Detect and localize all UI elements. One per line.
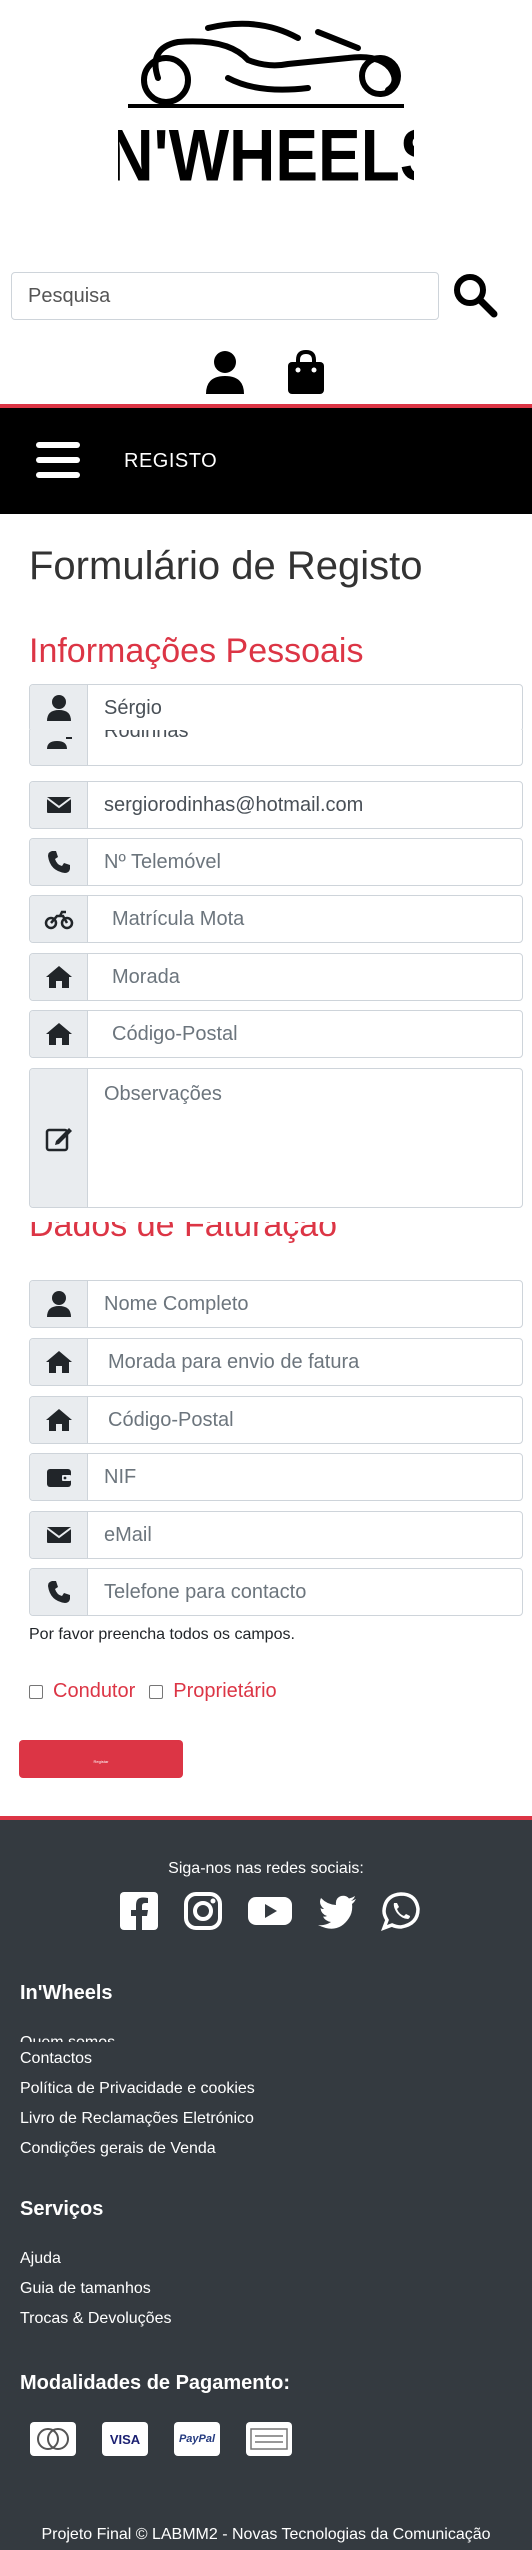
search-box[interactable] [11,272,439,320]
footer-payment-title: Modalidades de Pagamento: [20,2372,291,2394]
footer-link-help[interactable]: Ajuda [20,2250,61,2268]
user-icon[interactable] [204,350,246,394]
user-icon [30,685,88,731]
footer-link-terms[interactable]: Condições gerais de Venda [20,2140,216,2158]
footer-link-sizes[interactable]: Guia de tamanhos [20,2280,151,2298]
home-icon [30,1011,88,1057]
address-field[interactable]: Morada [29,953,523,1001]
driver-label[interactable]: Condutor [53,1680,135,1703]
brand-logo[interactable]: IN'WHEELS [118,8,414,194]
footer-link-returns[interactable]: Trocas & Devoluções [20,2310,171,2328]
home-icon [30,1397,88,1443]
wallet-icon [30,1454,88,1500]
footer-services-title: Serviços [20,2198,104,2220]
home-icon [30,1339,88,1385]
page-title: Formulário de Registo [29,544,423,588]
user-plus-icon [30,730,88,765]
envelope-icon [30,1512,88,1558]
instagram-icon[interactable] [182,1890,224,1932]
postal-code-field[interactable]: Código-Postal [29,1010,523,1058]
footer-link-contacts[interactable]: Contactos [20,2050,92,2068]
social-links [118,1890,422,1932]
shopping-bag-icon[interactable] [286,350,326,394]
phone-field[interactable]: Nº Telemóvel [29,838,523,886]
first-name-field[interactable]: Sérgio [29,684,523,732]
footer-link-about[interactable]: Quem somos [20,2034,115,2042]
section-title-personal: Informações Pessoais [29,632,364,670]
owner-checkbox[interactable] [149,1684,164,1699]
billing-address-field[interactable]: Morada para envio de fatura [29,1338,523,1386]
paypal-icon: PayPal [174,2422,220,2456]
nav-label: REGISTO [124,450,218,472]
phone-icon [30,839,88,885]
edit-icon [30,1069,88,1207]
last-name-field[interactable]: Rodinhas [29,730,523,766]
plate-field[interactable]: Matrícula Mota [29,895,523,943]
form-hint: Por favor preencha todos os campos. [29,1626,295,1643]
footer-link-complaints[interactable]: Livro de Reclamações Eletrónico [20,2110,254,2128]
follow-text: Siga-nos nas redes sociais: [168,1860,364,1877]
billing-postal-code-field[interactable]: Código-Postal [29,1396,523,1444]
email-field[interactable]: sergiorodinhas@hotmail.com [29,781,523,829]
section-title-billing: Dados de Faturação [29,1222,338,1244]
role-options: Condutor Proprietário [29,1680,291,1703]
whatsapp-icon[interactable] [380,1890,422,1932]
phone-icon [30,1569,88,1615]
facebook-icon[interactable] [118,1890,160,1932]
search-input[interactable] [12,273,438,319]
copyright: Projeto Final © LABMM2 - Novas Tecnologi… [41,2526,491,2543]
amex-icon [246,2422,292,2456]
footer-link-privacy[interactable]: Política de Privacidade e cookies [20,2080,255,2098]
footer-company-title: In'Wheels [20,1982,113,2004]
menu-icon[interactable] [36,442,80,482]
motorcycle-icon [30,896,88,942]
visa-icon: VISA [102,2422,148,2456]
submit-button[interactable]: Registar [19,1740,183,1778]
mastercard-icon [30,2422,76,2456]
twitter-icon[interactable] [316,1890,358,1932]
brand-name: IN'WHEELS [118,114,414,194]
payment-methods: VISA PayPal [30,2422,292,2456]
notes-field[interactable]: Observações [29,1068,523,1208]
owner-label[interactable]: Proprietário [173,1680,276,1703]
driver-checkbox[interactable] [29,1684,43,1699]
youtube-icon[interactable] [246,1890,294,1932]
billing-name-field[interactable]: Nome Completo [29,1280,523,1328]
billing-email-field[interactable]: eMail [29,1511,523,1559]
envelope-icon [30,782,88,828]
user-icon [30,1281,88,1327]
billing-phone-field[interactable]: Telefone para contacto [29,1568,523,1616]
home-icon [30,954,88,1000]
navbar: REGISTO [0,404,532,514]
search-icon[interactable] [452,272,498,318]
nif-field[interactable]: NIF [29,1453,523,1501]
